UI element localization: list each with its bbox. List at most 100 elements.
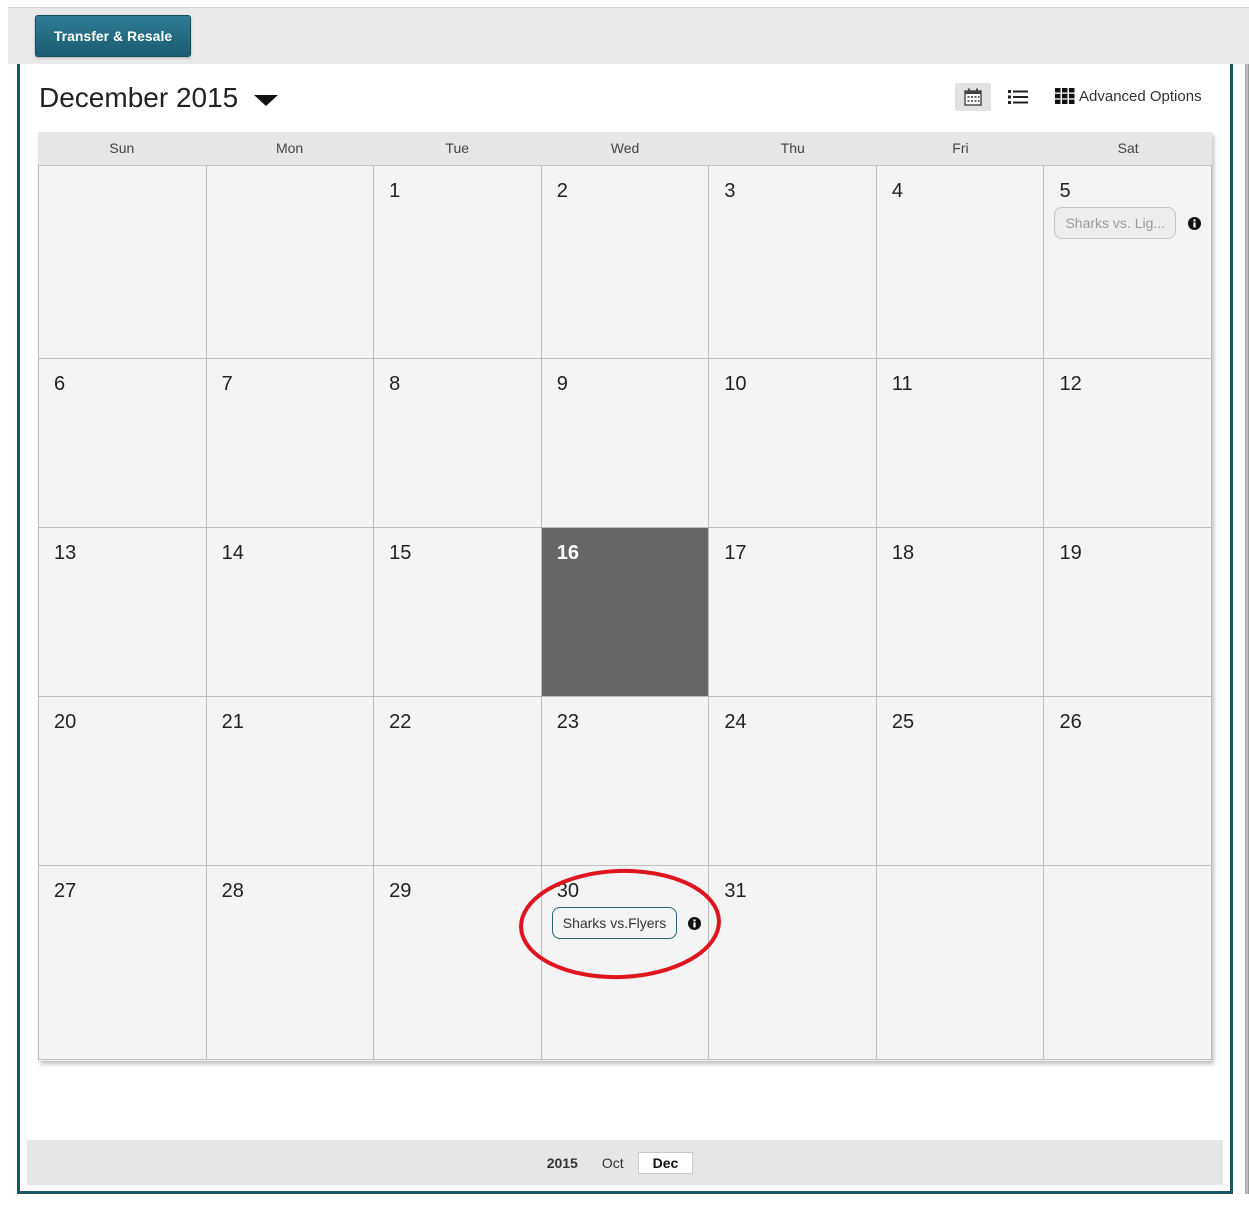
weekday-header: Sun Mon Tue Wed Thu Fri Sat — [38, 132, 1212, 166]
day-number: 7 — [221, 373, 233, 395]
day-number: 21 — [221, 711, 244, 733]
day-number: 15 — [389, 542, 412, 564]
footer-year: 2015 — [546, 1154, 578, 1171]
day-number: 22 — [389, 711, 412, 733]
day-cell-14[interactable]: 14 — [206, 528, 375, 696]
day-cell-24[interactable]: 24 — [709, 697, 877, 865]
day-number: 10 — [724, 373, 747, 395]
day-cell-29[interactable]: 29 — [374, 866, 542, 1059]
day-cell-7[interactable]: 7 — [206, 359, 375, 527]
empty-day-cell — [38, 166, 207, 358]
day-cell-8[interactable]: 8 — [374, 359, 542, 527]
day-number: 8 — [389, 373, 401, 395]
calendar-week-row: 1 2 3 4 5 Sharks vs. Lig... — [38, 166, 1213, 359]
calendar-week-row: 6 7 8 9 10 11 12 — [38, 359, 1213, 528]
month-navigator: 2015 Oct Dec — [27, 1140, 1223, 1185]
day-number: 18 — [891, 542, 915, 564]
day-number: 3 — [724, 180, 736, 202]
day-cell-4[interactable]: 4 — [876, 166, 1045, 358]
day-number: 12 — [1059, 373, 1082, 395]
day-number: 28 — [221, 880, 244, 902]
day-number: 6 — [54, 373, 66, 395]
day-number: 5 — [1059, 180, 1071, 202]
empty-day-cell — [206, 166, 375, 358]
day-cell-16[interactable]: 16 — [541, 528, 710, 696]
day-cell-10[interactable]: 10 — [709, 359, 877, 527]
empty-day-cell — [1044, 866, 1213, 1059]
day-cell-15[interactable]: 15 — [374, 528, 542, 696]
day-number: 26 — [1059, 711, 1082, 733]
day-number: 4 — [891, 180, 904, 202]
day-cell-19[interactable]: 19 — [1044, 528, 1213, 696]
day-cell-20[interactable]: 20 — [38, 697, 207, 865]
event-pill[interactable]: Sharks vs.Flyers — [551, 907, 678, 939]
weekday-label: Sat — [1117, 140, 1139, 156]
info-icon[interactable] — [687, 917, 701, 930]
day-number: 11 — [891, 373, 913, 395]
weekday-label: Thu — [780, 140, 805, 156]
day-number: 23 — [556, 711, 579, 733]
day-cell-11[interactable]: 11 — [876, 359, 1045, 527]
calendar-icon — [964, 88, 982, 106]
day-cell-18[interactable]: 18 — [876, 528, 1045, 696]
day-cell-2[interactable]: 2 — [541, 166, 710, 358]
advanced-options-label: Advanced Options — [1079, 87, 1202, 105]
day-number: 30 — [556, 880, 579, 902]
day-cell-5[interactable]: 5 Sharks vs. Lig... — [1044, 166, 1213, 358]
day-cell-28[interactable]: 28 — [206, 866, 375, 1059]
day-number: 20 — [54, 711, 77, 733]
day-number: 14 — [221, 542, 244, 564]
day-number: 16 — [556, 542, 579, 564]
weekday-label: Tue — [445, 140, 470, 156]
info-icon[interactable] — [1188, 217, 1202, 230]
day-number: 2 — [556, 180, 568, 202]
transfer-resale-button[interactable]: Transfer & Resale — [35, 15, 191, 57]
calendar-week-row: 13 14 15 16 17 18 19 — [38, 528, 1213, 697]
day-cell-12[interactable]: 12 — [1044, 359, 1213, 527]
weekday-label: Wed — [610, 140, 640, 156]
month-selector[interactable]: December 2015 — [39, 80, 279, 116]
weekday-label: Mon — [275, 140, 304, 156]
day-cell-22[interactable]: 22 — [374, 697, 542, 865]
top-toolbar: Transfer & Resale — [8, 7, 1249, 64]
day-cell-31[interactable]: 31 — [709, 866, 877, 1059]
day-cell-9[interactable]: 9 — [541, 359, 710, 527]
day-number: 13 — [54, 542, 77, 564]
calendar-week-row: 27 28 29 30 Sharks vs.Flyers 31 — [38, 866, 1213, 1060]
day-number: 1 — [389, 180, 401, 202]
weekday-label: Sun — [109, 140, 135, 156]
day-cell-21[interactable]: 21 — [206, 697, 375, 865]
day-number: 31 — [724, 880, 747, 902]
day-cell-6[interactable]: 6 — [38, 359, 207, 527]
day-cell-30[interactable]: 30 Sharks vs.Flyers — [541, 866, 710, 1059]
day-cell-17[interactable]: 17 — [709, 528, 877, 696]
list-icon — [1008, 90, 1028, 104]
day-number: 17 — [724, 542, 747, 564]
day-cell-26[interactable]: 26 — [1044, 697, 1213, 865]
weekday-label: Fri — [952, 140, 969, 156]
empty-day-cell — [876, 866, 1045, 1059]
event-pill[interactable]: Sharks vs. Lig... — [1054, 207, 1177, 239]
day-cell-27[interactable]: 27 — [38, 866, 207, 1059]
day-cell-1[interactable]: 1 — [374, 166, 542, 358]
day-cell-13[interactable]: 13 — [38, 528, 207, 696]
day-cell-3[interactable]: 3 — [709, 166, 877, 358]
footer-month-dec[interactable]: Dec — [637, 1151, 694, 1174]
calendar-grid: Sun Mon Tue Wed Thu Fri Sat 1 2 3 4 5 Sharks … — [38, 132, 1213, 1061]
right-edge-strip — [1245, 64, 1249, 1194]
day-number: 19 — [1059, 542, 1082, 564]
day-number: 27 — [54, 880, 77, 902]
grid-icon — [1055, 88, 1075, 104]
calendar-view-button[interactable] — [955, 83, 991, 111]
day-number: 24 — [724, 711, 747, 733]
advanced-options-button[interactable]: Advanced Options — [1055, 85, 1202, 107]
day-cell-25[interactable]: 25 — [876, 697, 1045, 865]
footer-month-oct[interactable]: Oct — [598, 1153, 628, 1173]
day-cell-23[interactable]: 23 — [541, 697, 710, 865]
month-title: December 2015 — [39, 82, 239, 113]
day-number: 25 — [891, 711, 915, 733]
day-number: 29 — [389, 880, 412, 902]
list-view-button[interactable] — [1000, 83, 1036, 111]
day-number: 9 — [556, 373, 568, 395]
calendar-week-row: 20 21 22 23 24 25 26 — [38, 697, 1213, 866]
